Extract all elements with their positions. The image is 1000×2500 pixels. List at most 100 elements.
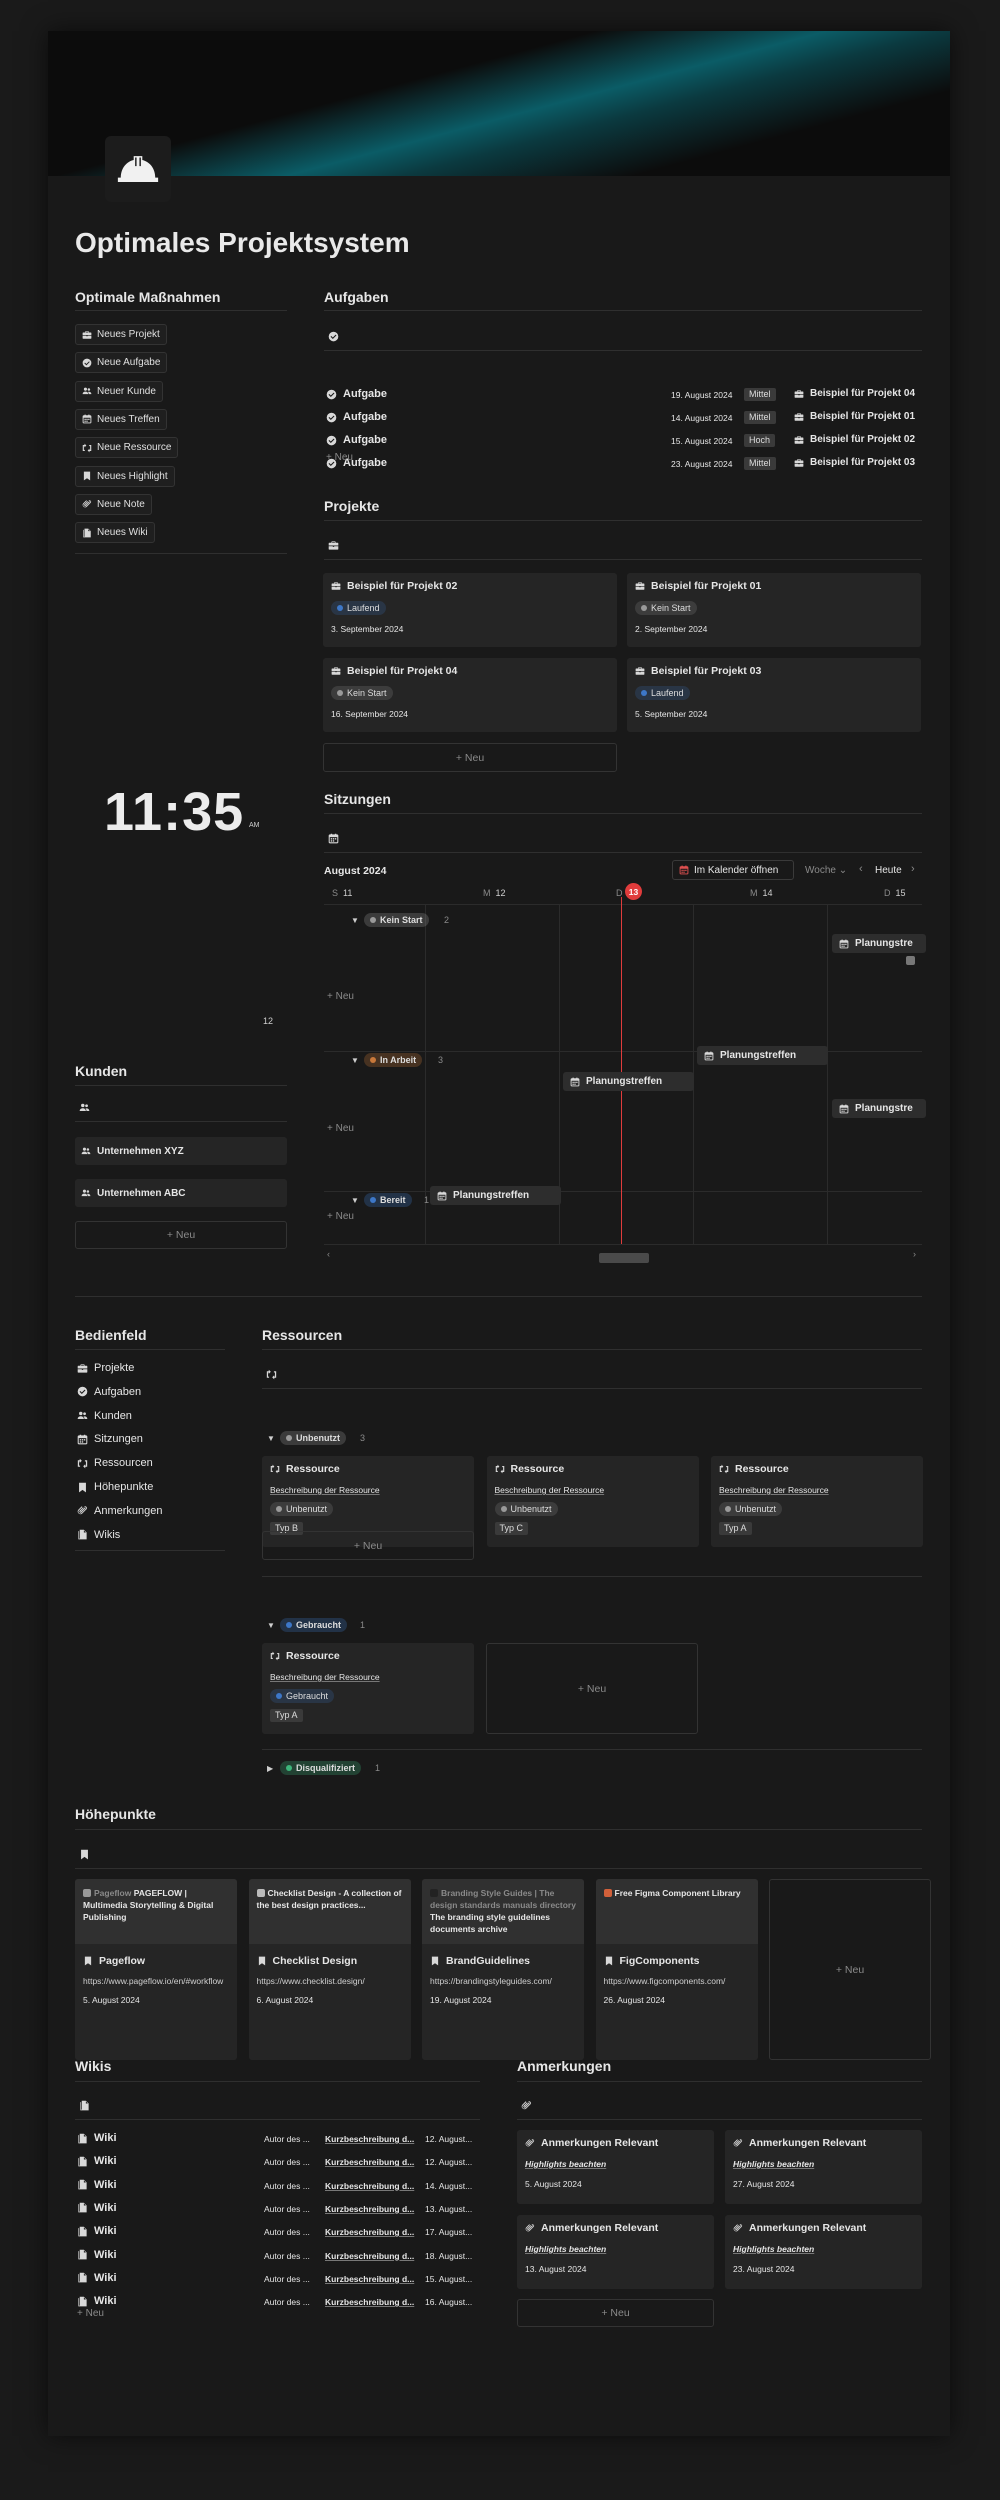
anmerkungen-heading: Anmerkungen (517, 2058, 612, 2074)
wiki-row[interactable]: Wiki (77, 2155, 117, 2167)
highlight-url[interactable]: https://www.pageflow.io/en/#workflow (83, 1976, 233, 1986)
kunden-new-button[interactable]: + Neu (75, 1221, 287, 1249)
anmerkung-card[interactable]: Anmerkungen Relevant Highlights beachten… (725, 2215, 922, 2289)
highlight-card[interactable]: Branding Style Guides | The design stand… (422, 1879, 584, 2060)
anmerkung-card[interactable]: Anmerkungen Relevant Highlights beachten… (517, 2215, 714, 2289)
briefcase-action-button[interactable]: Neues Projekt (75, 324, 167, 345)
nav-link-calendar[interactable]: Sitzungen (77, 1433, 143, 1445)
prev-week-button[interactable]: ‹ (859, 863, 863, 875)
kunde-card[interactable]: Unternehmen XYZ (75, 1137, 287, 1165)
collapse-icon[interactable]: ▼ (351, 1196, 359, 1205)
meeting-event[interactable]: Planungstreffen (697, 1046, 828, 1065)
aufgabe-row[interactable]: Aufgabe (326, 411, 387, 423)
wikis-new-button[interactable]: + Neu (77, 2308, 104, 2319)
projekt-card[interactable]: Beispiel für Projekt 04 Kein Start 16. S… (323, 658, 617, 732)
anmerkungen-new-button[interactable]: + Neu (517, 2299, 714, 2327)
page-icon[interactable] (105, 136, 171, 202)
meeting-event[interactable]: Planungstre (832, 934, 926, 953)
highlight-date: 19. August 2024 (430, 1995, 492, 2005)
helmet-icon (115, 146, 161, 192)
hoehepunkte-new-button[interactable]: + Neu (769, 1879, 931, 2060)
nav-link-check-circle[interactable]: Aufgaben (77, 1386, 141, 1398)
highlight-url[interactable]: https://www.checklist.design/ (257, 1976, 407, 1986)
people-action-button[interactable]: Neuer Kunde (75, 380, 163, 402)
wiki-row[interactable]: Wiki (77, 2225, 117, 2237)
ressource-card[interactable]: Ressource Beschreibung der Ressource Geb… (262, 1643, 474, 1734)
next-week-button[interactable]: › (911, 863, 915, 875)
meeting-event[interactable]: Planungstre (832, 1099, 926, 1118)
ressourcen-new-button[interactable]: + Neu (262, 1531, 474, 1560)
ressourcen-new-card-button[interactable]: + Neu (486, 1643, 698, 1734)
people-icon (77, 1410, 88, 1421)
bookmark-action-button[interactable]: Neues Highlight (75, 465, 175, 487)
open-calendar-button[interactable]: Im Kalender öffnen (672, 860, 794, 880)
wiki-row[interactable]: Wiki (77, 2179, 117, 2191)
calendar-new-button[interactable]: + Neu (327, 991, 354, 1002)
projekt-card[interactable]: Beispiel für Projekt 01 Kein Start 2. Se… (627, 573, 921, 647)
collapse-icon[interactable]: ▼ (351, 916, 359, 925)
repeat-action-button[interactable]: Neue Ressource (75, 437, 179, 459)
wiki-date: 12. August... (425, 2157, 473, 2168)
today-button[interactable]: Heute (875, 865, 902, 876)
kunde-card[interactable]: Unternehmen ABC (75, 1179, 287, 1207)
scroll-left-icon[interactable]: ‹ (327, 1249, 330, 1259)
ressource-card[interactable]: Ressource Beschreibung der Ressource Unb… (711, 1456, 923, 1547)
view-select[interactable]: Woche ⌄ (805, 865, 847, 876)
scroll-thumb[interactable] (599, 1253, 649, 1263)
document-action-button[interactable]: Neues Wiki (75, 522, 155, 544)
projekt-card[interactable]: Beispiel für Projekt 03 Laufend 5. Septe… (627, 658, 921, 732)
nav-link-paperclip[interactable]: Anmerkungen (77, 1505, 163, 1517)
calendar-icon (839, 1104, 849, 1114)
paperclip-icon (733, 2223, 743, 2233)
calendar-action-button[interactable]: Neues Treffen (75, 408, 167, 430)
calendar-scrollbar[interactable]: ‹ › (324, 1249, 922, 1263)
wiki-date: 14. August... (425, 2180, 473, 2191)
group-pill: Unbenutzt (280, 1431, 346, 1445)
meeting-event[interactable]: Planungstreffen (430, 1186, 561, 1205)
projekt-card[interactable]: Beispiel für Projekt 02 Laufend 3. Septe… (323, 573, 617, 647)
aufgabe-project-link[interactable]: Beispiel für Projekt 03 (794, 457, 915, 468)
calendar-new-button[interactable]: + Neu (327, 1123, 354, 1134)
bookmark-icon (77, 1482, 88, 1493)
aufgabe-project-link[interactable]: Beispiel für Projekt 02 (794, 434, 915, 445)
expand-icon[interactable]: ▶ (267, 1764, 273, 1773)
notion-page: Optimales Projektsystem Optimale Maßnahm… (48, 31, 950, 2436)
nav-link-people[interactable]: Kunden (77, 1410, 132, 1422)
highlight-url[interactable]: https://www.figcomponents.com/ (604, 1976, 754, 1986)
highlight-card[interactable]: Free Figma Component Library FigComponen… (595, 1879, 758, 2060)
calendar-new-button[interactable]: + Neu (327, 1211, 354, 1222)
wiki-row[interactable]: Wiki (77, 2249, 117, 2261)
aufgabe-row[interactable]: Aufgabe (326, 434, 387, 446)
paperclip-action-button[interactable]: Neue Note (75, 493, 152, 515)
check-circle-action-button[interactable]: Neue Aufgabe (75, 352, 168, 374)
aufgaben-new-button[interactable]: + Neu (326, 452, 353, 463)
nav-link-bookmark[interactable]: Höhepunkte (77, 1481, 153, 1493)
collapse-icon[interactable]: ▼ (351, 1056, 359, 1065)
meeting-event[interactable]: Planungstreffen (563, 1072, 694, 1091)
aufgabe-row[interactable]: Aufgabe (326, 388, 387, 400)
highlight-card[interactable]: Checklist Design - A collection of the b… (248, 1879, 411, 2060)
wiki-row[interactable]: Wiki (77, 2272, 117, 2284)
ressource-card[interactable]: Ressource Beschreibung der Ressource Unb… (486, 1456, 699, 1547)
aufgabe-project-link[interactable]: Beispiel für Projekt 01 (794, 411, 915, 422)
wiki-row[interactable]: Wiki (77, 2202, 117, 2214)
repeat-icon (719, 1464, 729, 1474)
anmerkung-card[interactable]: Anmerkungen Relevant Highlights beachten… (517, 2130, 714, 2204)
collapse-icon[interactable]: ▼ (267, 1621, 275, 1630)
wiki-row[interactable]: Wiki (77, 2295, 117, 2307)
anmerkung-date: 27. August 2024 (733, 2179, 795, 2189)
aufgabe-prio: Mittel (744, 457, 776, 470)
nav-link-briefcase[interactable]: Projekte (77, 1362, 134, 1374)
scroll-right-icon[interactable]: › (913, 1249, 916, 1259)
event-more-icon[interactable] (906, 956, 915, 965)
highlight-card[interactable]: Pageflow PAGEFLOW | Multimedia Storytell… (75, 1879, 237, 2060)
collapse-icon[interactable]: ▼ (267, 1434, 275, 1443)
projekte-new-button[interactable]: + Neu (323, 743, 617, 772)
wiki-row[interactable]: Wiki (77, 2132, 117, 2144)
ressourcen-heading: Ressourcen (262, 1327, 343, 1343)
aufgabe-project-link[interactable]: Beispiel für Projekt 04 (794, 388, 915, 399)
nav-link-repeat[interactable]: Ressourcen (77, 1457, 153, 1469)
highlight-url[interactable]: https://brandingstyleguides.com/ (430, 1976, 580, 1986)
nav-link-document[interactable]: Wikis (77, 1529, 120, 1541)
anmerkung-card[interactable]: Anmerkungen Relevant Highlights beachten… (725, 2130, 922, 2204)
